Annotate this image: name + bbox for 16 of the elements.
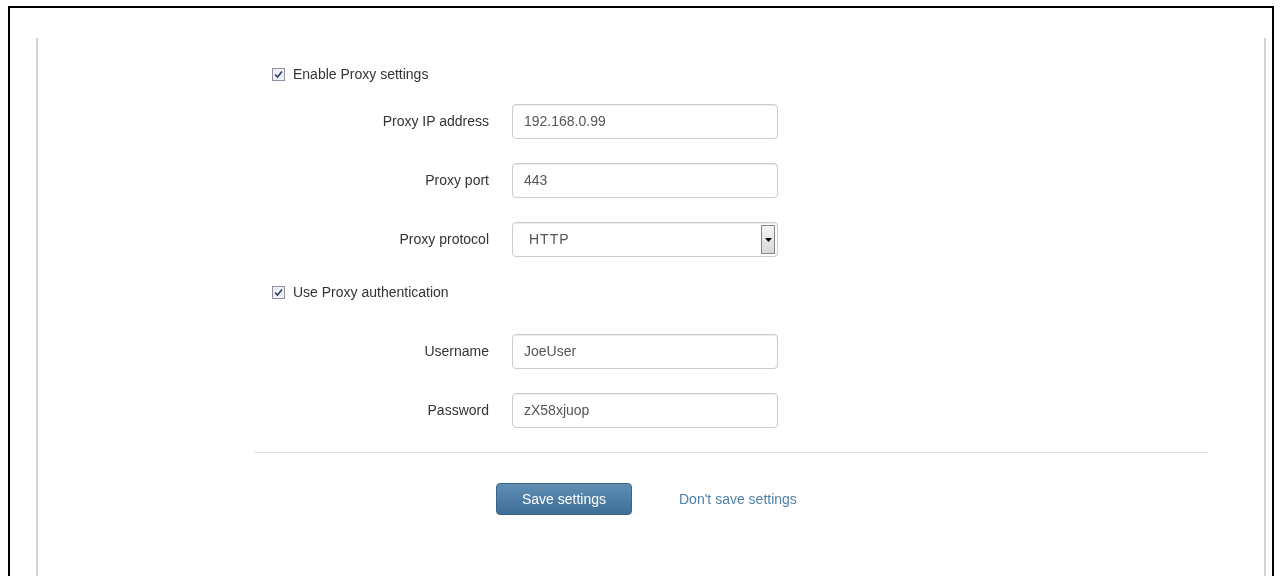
save-button[interactable]: Save settings <box>496 483 632 515</box>
checkbox[interactable] <box>272 285 285 299</box>
cancel-link[interactable]: Don't save settings <box>679 488 797 510</box>
input-field[interactable]: 443 <box>512 163 778 198</box>
field-label: Proxy port <box>424 171 490 190</box>
input-field[interactable]: zX58xjuop <box>512 393 778 428</box>
checkbox[interactable] <box>272 67 285 81</box>
checkbox-label: Use Proxy authentication <box>293 282 449 302</box>
input-field[interactable]: 192.168.0.99 <box>512 104 778 139</box>
checkbox-label: Enable Proxy settings <box>293 64 429 84</box>
field-label: Password <box>426 401 490 420</box>
field-label: Proxy protocol <box>398 230 490 249</box>
field-label: Proxy IP address <box>381 112 490 131</box>
field-label: Username <box>423 342 490 361</box>
input-field[interactable]: JoeUser <box>512 334 778 369</box>
protocol-dropdown[interactable]: HTTP <box>512 222 778 257</box>
